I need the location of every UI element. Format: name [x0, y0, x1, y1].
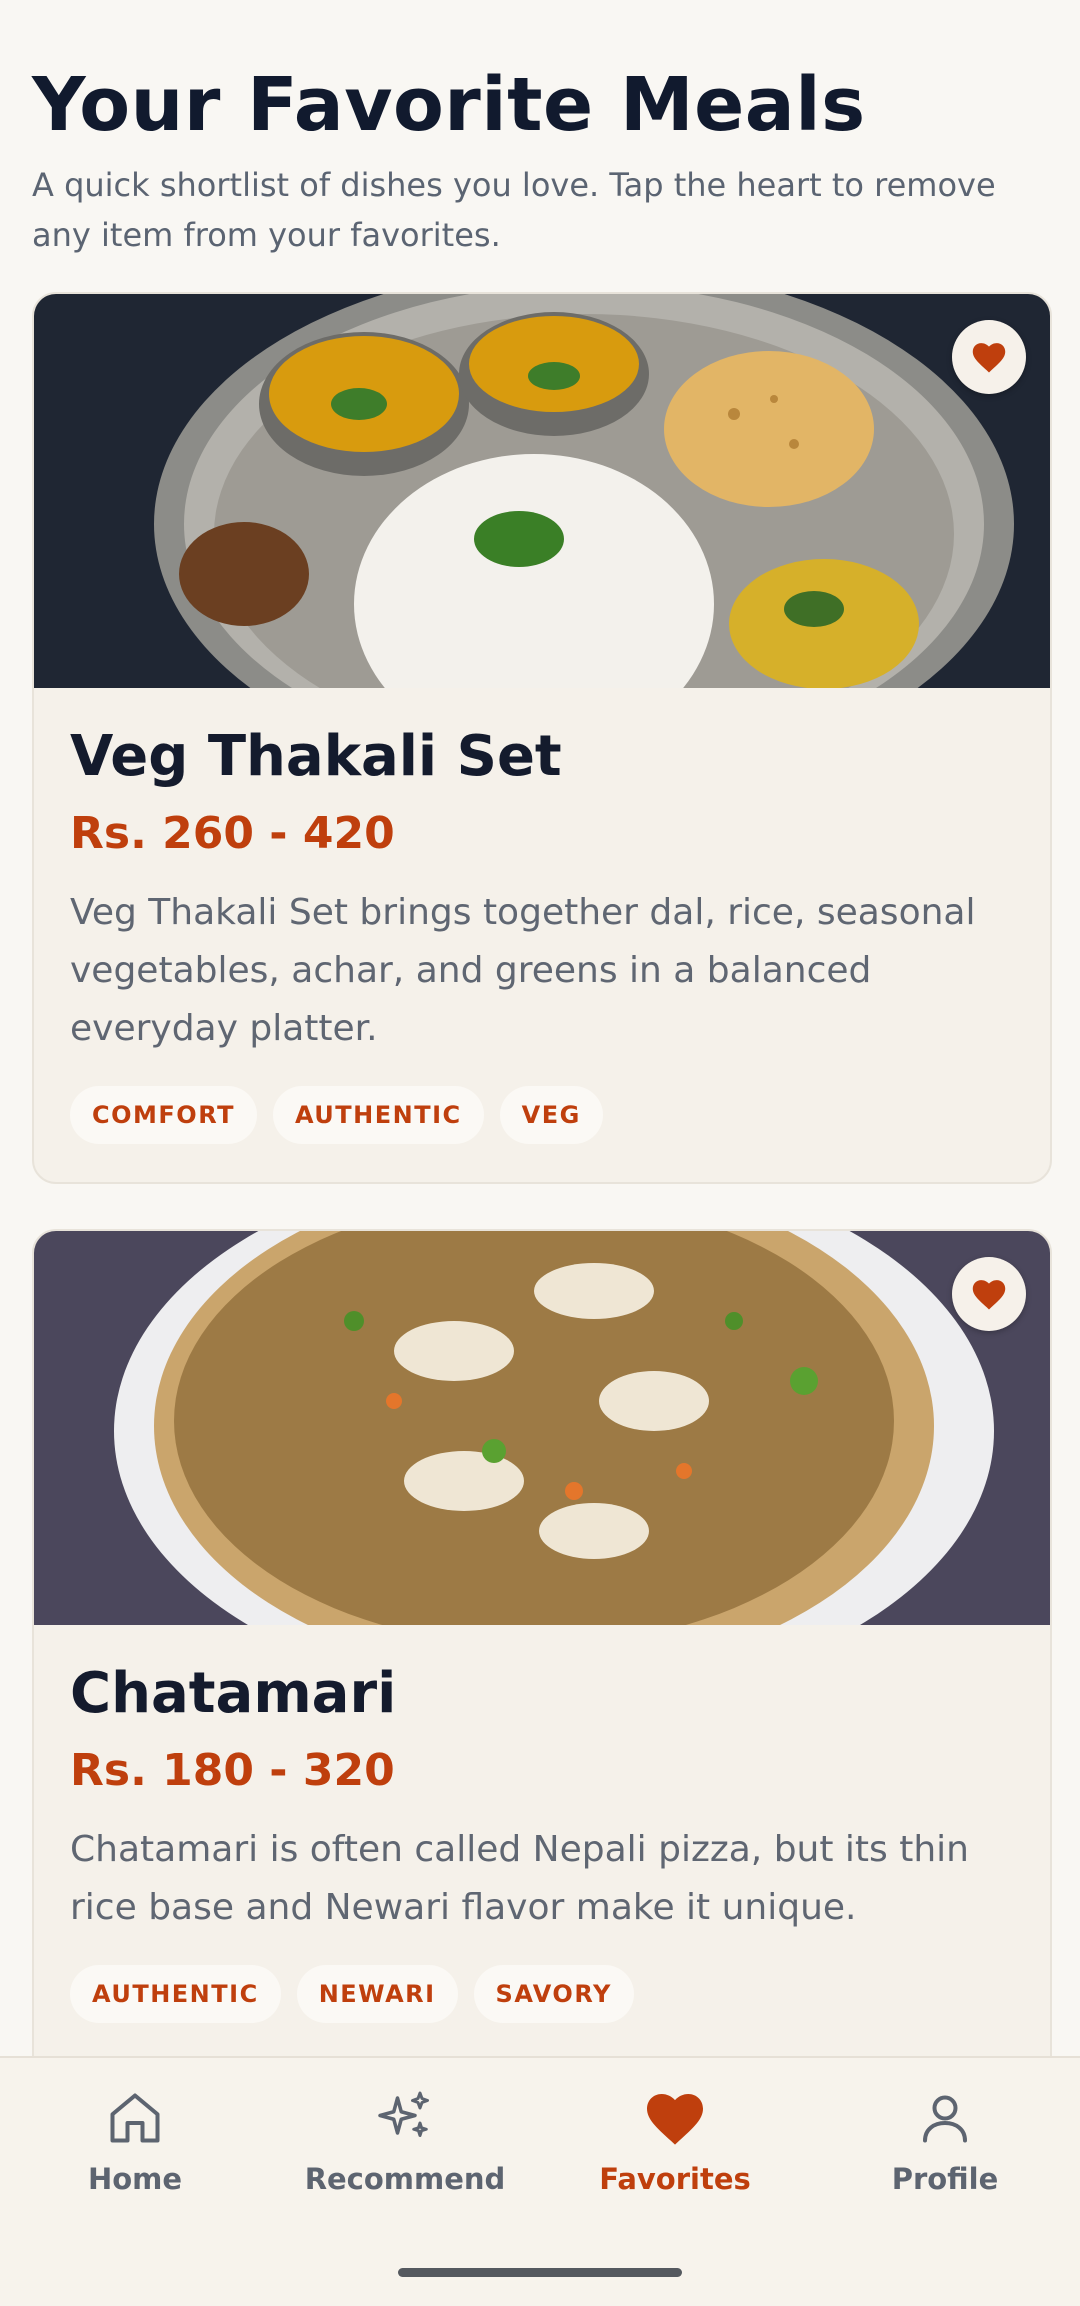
heart-icon	[972, 343, 1006, 373]
meal-description: Veg Thakali Set brings together dal, ric…	[70, 892, 976, 1049]
tag-chip: COMFORT	[70, 1086, 257, 1144]
tag-chip: SAVORY	[473, 1965, 634, 2023]
meal-card[interactable]: Veg Thakali Set Rs. 260 - 420 Veg Thakal…	[32, 292, 1052, 1184]
nav-item-recommend[interactable]: Recommend	[270, 2088, 540, 2196]
nav-item-profile[interactable]: Profile	[810, 2088, 1080, 2196]
meal-description: Chatamari is often called Nepali pizza, …	[70, 1829, 969, 1928]
nav-label: Recommend	[304, 2162, 506, 2196]
page-title: Your Favorite Meals	[32, 62, 866, 148]
tag-chip: AUTHENTIC	[70, 1965, 281, 2023]
favorite-toggle-button[interactable]	[952, 1257, 1026, 1331]
home-icon	[110, 2093, 160, 2143]
nav-item-favorites[interactable]: Favorites	[540, 2088, 810, 2196]
meal-name: Chatamari	[70, 1661, 397, 1726]
tag-chip: AUTHENTIC	[272, 1086, 484, 1144]
home-indicator[interactable]	[398, 2268, 682, 2277]
heart-icon	[972, 1280, 1006, 1310]
tag-chip: VEG	[499, 1086, 603, 1144]
meal-card[interactable]: Chatamari Rs. 180 - 320 Chatamari is oft…	[32, 1229, 1052, 2133]
nav-label: Home	[87, 2162, 183, 2196]
meal-image-chatamari	[34, 1231, 1050, 1625]
heart-icon	[647, 2094, 703, 2145]
meal-name: Veg Thakali Set	[70, 724, 562, 789]
tag-chip: NEWARI	[296, 1965, 458, 2023]
nav-label: Favorites	[599, 2162, 751, 2196]
meal-price: Rs. 260 - 420	[70, 808, 395, 859]
tag-list: AUTHENTIC NEWARI SAVORY	[70, 1965, 1014, 2023]
tag-list: COMFORT AUTHENTIC VEG	[70, 1086, 1014, 1144]
page-subtitle: A quick shortlist of dishes you love. Ta…	[32, 166, 996, 254]
favorite-toggle-button[interactable]	[952, 320, 1026, 394]
meal-price: Rs. 180 - 320	[70, 1745, 395, 1796]
meal-image-thakali	[34, 294, 1050, 688]
nav-item-home[interactable]: Home	[0, 2088, 270, 2196]
sparkles-icon	[378, 2091, 429, 2137]
user-icon	[923, 2095, 967, 2143]
nav-label: Profile	[891, 2162, 999, 2196]
